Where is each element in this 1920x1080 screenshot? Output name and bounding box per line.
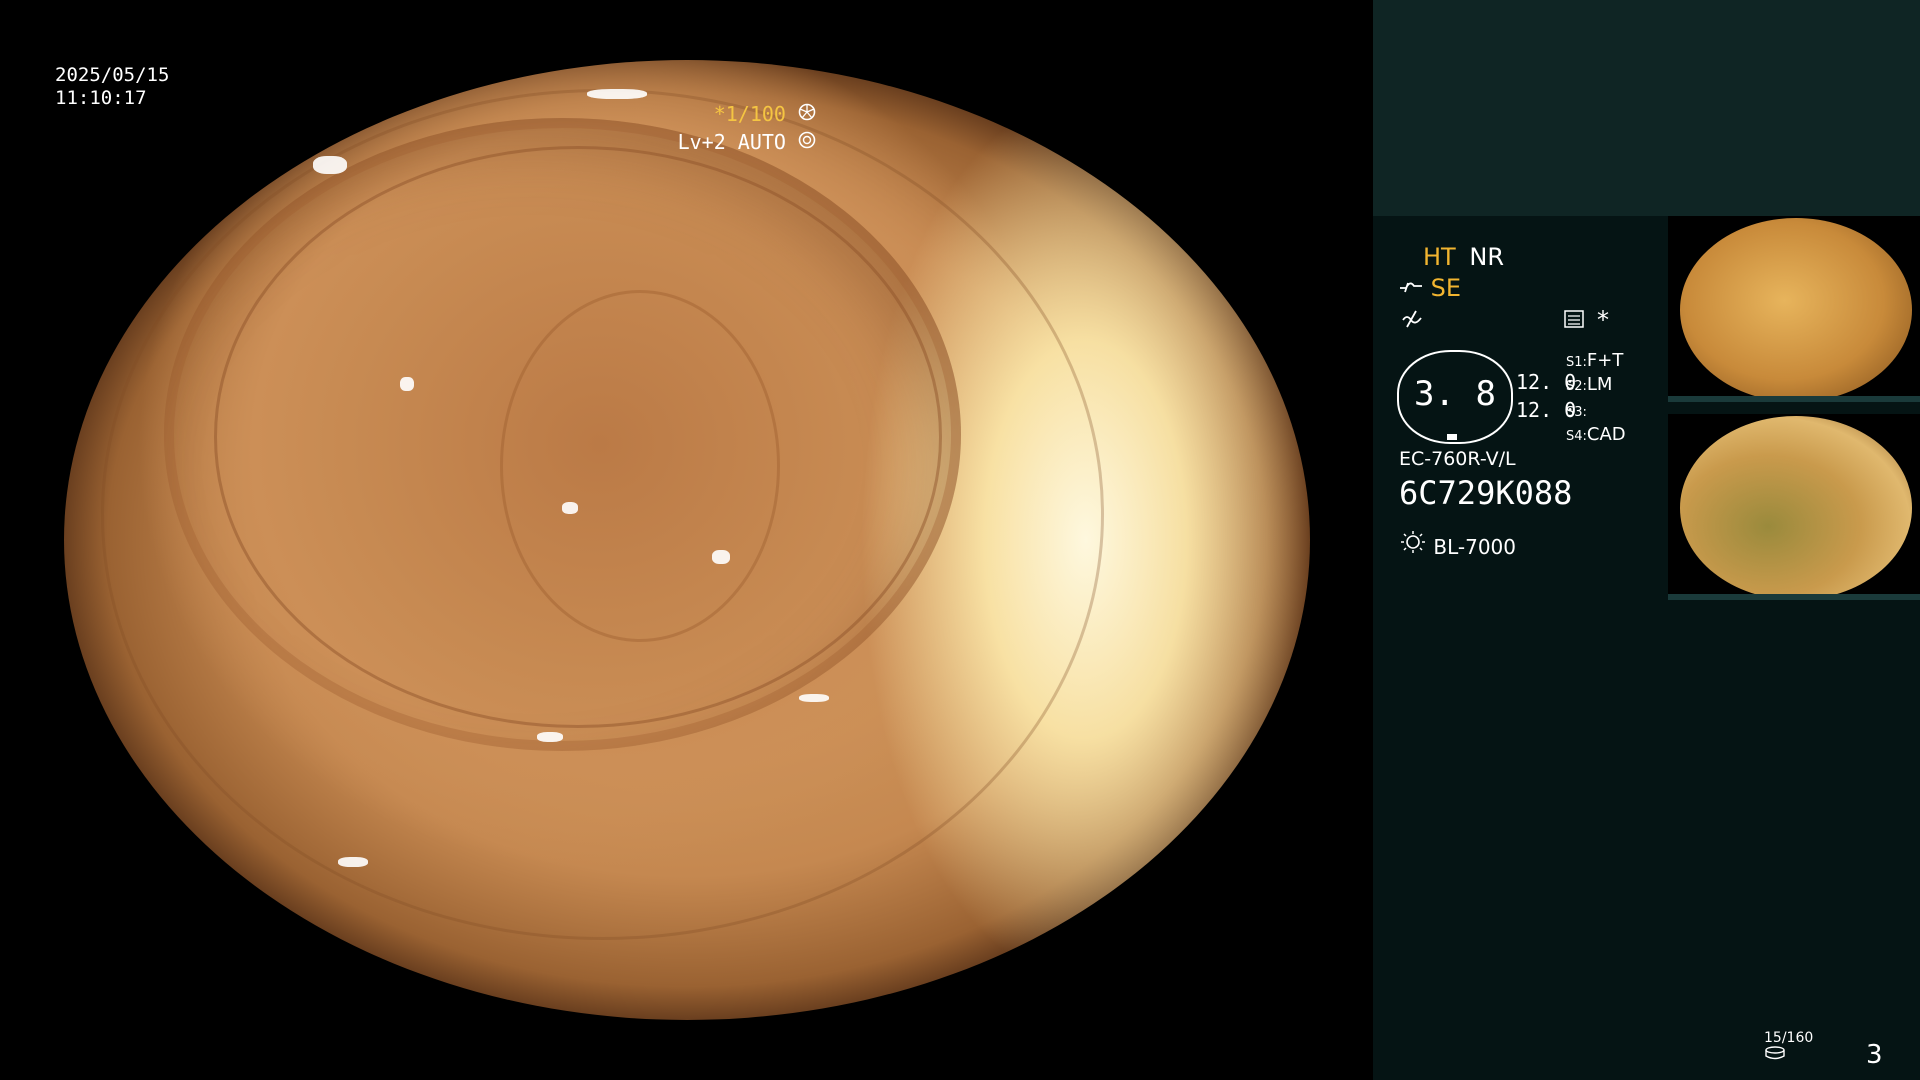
se-row: SE bbox=[1399, 274, 1461, 302]
thumbnail-2-image bbox=[1680, 416, 1912, 600]
aperture-icon bbox=[798, 103, 816, 121]
light-glint bbox=[313, 156, 348, 174]
curve-icon bbox=[1400, 282, 1422, 293]
mode-row: HT NR bbox=[1423, 243, 1504, 271]
thumbnail-1[interactable] bbox=[1668, 216, 1920, 402]
star-marker: * bbox=[1597, 306, 1609, 334]
time-text: 11:10:17 bbox=[55, 87, 147, 109]
exposure-readout: *1/100 Lv+2 AUTO bbox=[678, 100, 816, 156]
zoom-indicator bbox=[1447, 434, 1457, 440]
endoscope-viewport: 2025/05/15 11:10:17 *1/100 Lv+2 AUTO bbox=[0, 0, 1373, 1080]
shutter-row: *1/100 bbox=[678, 100, 816, 128]
timestamp: 2025/05/15 11:10:17 bbox=[55, 64, 169, 110]
level-row: Lv+2 AUTO bbox=[678, 128, 816, 156]
switch-4: S4:CAD bbox=[1566, 424, 1626, 445]
switch-1: S1:F+T bbox=[1566, 350, 1624, 371]
light-glint bbox=[587, 88, 648, 99]
mode-nr: NR bbox=[1469, 243, 1504, 271]
date-text: 2025/05/15 bbox=[55, 64, 170, 86]
wave-icon bbox=[1402, 310, 1422, 328]
thumbnail-2-bar bbox=[1668, 594, 1920, 600]
shutter-text: *1/100 bbox=[713, 102, 786, 126]
endoscopic-image bbox=[64, 60, 1310, 1020]
iris-icon bbox=[798, 131, 816, 149]
panel-header-area bbox=[1373, 0, 1920, 216]
page-number: 3 bbox=[1866, 1040, 1883, 1070]
thumbnail-1-bar bbox=[1668, 396, 1920, 402]
light-source-row: BL-7000 bbox=[1399, 530, 1516, 559]
lamp-icon bbox=[1401, 531, 1425, 553]
light-source-text: BL-7000 bbox=[1433, 535, 1516, 559]
mode-ht: HT bbox=[1423, 243, 1456, 271]
mucosal-fold bbox=[101, 88, 1105, 940]
light-glint bbox=[711, 549, 730, 564]
mode-se: SE bbox=[1430, 274, 1462, 302]
scope-model: EC-760R-V/L bbox=[1399, 448, 1516, 470]
light-glint bbox=[400, 376, 415, 391]
switch-2: S2:LM bbox=[1566, 374, 1613, 395]
switch-3: S3: bbox=[1566, 405, 1587, 420]
level-text: Lv+2 AUTO bbox=[677, 130, 786, 154]
zoom-box: 3. 8 bbox=[1397, 350, 1513, 444]
info-panel: HT NR SE * 3. 8 12. 0 12. 0 S1:F+T S2:LM… bbox=[1373, 0, 1920, 1080]
thumbnail-1-image bbox=[1680, 218, 1912, 402]
thumbnail-2[interactable] bbox=[1668, 414, 1920, 600]
storage-counter: 15/160 bbox=[1764, 1030, 1813, 1064]
counter-text: 15/160 bbox=[1764, 1030, 1814, 1046]
light-glint bbox=[537, 732, 564, 742]
light-glint bbox=[562, 501, 579, 514]
zoom-value: 3. 8 bbox=[1414, 374, 1496, 414]
stack-icon bbox=[1564, 310, 1584, 328]
light-glint bbox=[338, 856, 369, 867]
disk-icon bbox=[1765, 1046, 1785, 1060]
light-glint bbox=[799, 693, 830, 702]
scope-serial: 6C729K088 bbox=[1399, 474, 1573, 512]
